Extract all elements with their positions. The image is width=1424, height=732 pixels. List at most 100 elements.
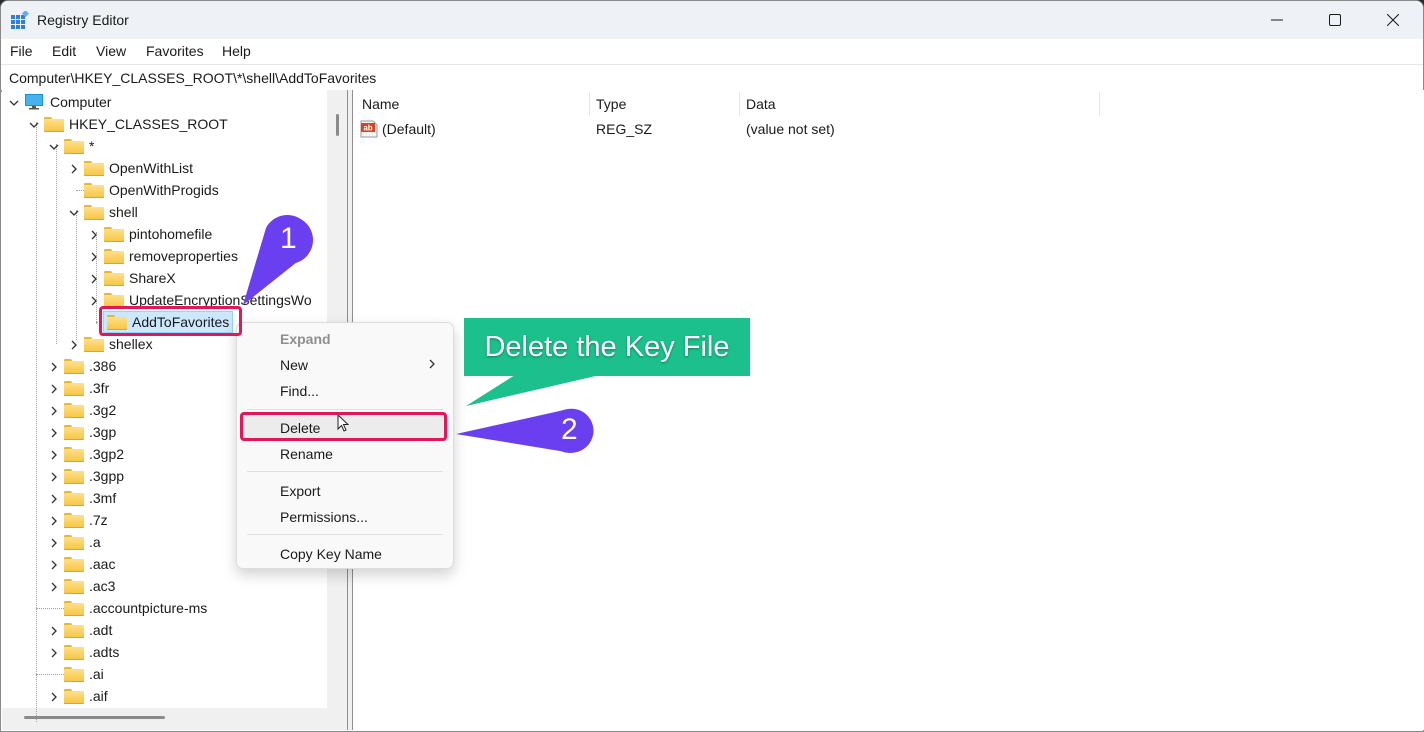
menu-item-export[interactable]: Export: [237, 478, 453, 504]
chevron-right-icon[interactable]: [88, 294, 100, 306]
chevron-right-icon[interactable]: [48, 448, 60, 460]
tree-node-aif[interactable]: .aif: [48, 685, 108, 707]
callout-text: Delete the Key File: [484, 330, 730, 363]
folder-icon: [84, 182, 104, 198]
column-divider[interactable]: [589, 92, 590, 116]
chevron-down-icon[interactable]: [28, 118, 40, 130]
context-menu: Expand New Find... Delete Rename Export …: [236, 322, 454, 569]
tree-node-3gp[interactable]: .3gp: [48, 421, 116, 443]
value-type: REG_SZ: [596, 121, 653, 137]
folder-icon: [64, 468, 84, 484]
chevron-right-icon[interactable]: [88, 228, 100, 240]
chevron-down-icon[interactable]: [48, 140, 60, 152]
tree-node-openwithprogids[interactable]: OpenWithProgids: [84, 179, 219, 201]
tree-node-3gp2[interactable]: .3gp2: [48, 443, 124, 465]
tree-node-3fr[interactable]: .3fr: [48, 377, 109, 399]
chevron-right-icon[interactable]: [48, 536, 60, 548]
window-title: Registry Editor: [37, 12, 129, 28]
menu-item-permissions[interactable]: Permissions...: [237, 504, 453, 530]
tree-node-ai[interactable]: .ai: [64, 663, 104, 685]
tree-node-hkey-classes-root[interactable]: HKEY_CLASSES_ROOT: [28, 113, 228, 135]
value-data: (value not set): [746, 121, 835, 137]
tree-node-computer[interactable]: Computer: [8, 91, 111, 113]
folder-icon: [84, 204, 104, 220]
minimize-button[interactable]: [1248, 1, 1306, 39]
menu-item-rename[interactable]: Rename: [237, 441, 453, 467]
chevron-right-icon[interactable]: [48, 382, 60, 394]
chevron-right-icon[interactable]: [48, 404, 60, 416]
tree-node-star[interactable]: *: [48, 135, 94, 157]
column-divider[interactable]: [739, 92, 740, 116]
tree-horizontal-scrollbar[interactable]: [24, 716, 165, 719]
folder-icon: [64, 644, 84, 660]
menu-file[interactable]: File: [10, 43, 33, 59]
tree-node-3g2[interactable]: .3g2: [48, 399, 116, 421]
tree-node-accountpicturems[interactable]: .accountpicture-ms: [64, 597, 207, 619]
tree-node-pintohomefile[interactable]: pintohomefile: [88, 223, 212, 245]
folder-icon: [64, 688, 84, 704]
close-icon: [1387, 14, 1399, 26]
chevron-right-icon[interactable]: [48, 360, 60, 372]
maximize-button[interactable]: [1306, 1, 1364, 39]
chevron-right-icon[interactable]: [88, 250, 100, 262]
chevron-right-icon[interactable]: [48, 492, 60, 504]
chevron-right-icon[interactable]: [48, 624, 60, 636]
value-name[interactable]: (Default): [382, 121, 436, 137]
menu-view[interactable]: View: [96, 43, 126, 59]
column-header-type[interactable]: Type: [596, 96, 626, 112]
computer-icon: [24, 94, 44, 110]
tree-node-adt[interactable]: .adt: [48, 619, 112, 641]
folder-icon: [64, 666, 84, 682]
folder-icon: [64, 512, 84, 528]
column-header-name[interactable]: Name: [362, 96, 399, 112]
tree-node-3mf[interactable]: .3mf: [48, 487, 116, 509]
chevron-right-icon[interactable]: [68, 338, 80, 350]
tree-node-a[interactable]: .a: [48, 531, 101, 553]
menu-favorites[interactable]: Favorites: [146, 43, 204, 59]
tree-guide-line: [76, 210, 77, 340]
step-2-label: 2: [561, 413, 578, 446]
tree-node-aac[interactable]: .aac: [48, 553, 115, 575]
chevron-right-icon[interactable]: [88, 272, 100, 284]
close-button[interactable]: [1364, 1, 1422, 39]
chevron-down-icon[interactable]: [8, 96, 20, 108]
chevron-right-icon[interactable]: [48, 426, 60, 438]
tree-node-shell[interactable]: shell: [68, 201, 138, 223]
tree-node-sharex[interactable]: ShareX: [88, 267, 176, 289]
chevron-right-icon[interactable]: [48, 558, 60, 570]
address-path[interactable]: Computer\HKEY_CLASSES_ROOT\*\shell\AddTo…: [9, 70, 376, 86]
chevron-right-icon[interactable]: [48, 514, 60, 526]
tree-node-removeproperties[interactable]: removeproperties: [88, 245, 238, 267]
tree-node-386[interactable]: .386: [48, 355, 116, 377]
tree-node-openwithlist[interactable]: OpenWithList: [68, 157, 193, 179]
menu-edit[interactable]: Edit: [52, 43, 76, 59]
highlight-addtofavorites: [99, 306, 242, 336]
chevron-right-icon[interactable]: [68, 162, 80, 174]
registry-editor-app-icon: [11, 11, 29, 29]
tree-node-shellex[interactable]: shellex: [68, 333, 153, 355]
folder-icon: [64, 402, 84, 418]
tree-vertical-scrollbar[interactable]: [336, 114, 339, 136]
tree-node-7z[interactable]: .7z: [48, 509, 108, 531]
string-value-icon: ab: [360, 120, 378, 138]
chevron-right-icon[interactable]: [48, 580, 60, 592]
folder-icon: [64, 490, 84, 506]
tree-node-adts[interactable]: .adts: [48, 641, 119, 663]
menu-item-new[interactable]: New: [237, 352, 453, 378]
chevron-down-icon[interactable]: [68, 206, 80, 218]
tree-node-3gpp[interactable]: .3gpp: [48, 465, 124, 487]
folder-icon: [64, 358, 84, 374]
menu-item-find[interactable]: Find...: [237, 378, 453, 404]
menu-item-copy-key-name[interactable]: Copy Key Name: [237, 541, 453, 567]
menu-help[interactable]: Help: [222, 43, 251, 59]
menu-bar: File Edit View Favorites Help: [1, 39, 1423, 63]
address-bar[interactable]: Computer\HKEY_CLASSES_ROOT\*\shell\AddTo…: [1, 64, 1423, 92]
values-list-pane: Name Type Data ab (Default) REG_SZ (valu…: [353, 90, 1424, 730]
chevron-right-icon[interactable]: [48, 690, 60, 702]
chevron-right-icon[interactable]: [48, 646, 60, 658]
column-header-data[interactable]: Data: [746, 96, 776, 112]
column-divider[interactable]: [1099, 92, 1100, 116]
tree-node-ac3[interactable]: .ac3: [48, 575, 115, 597]
chevron-right-icon[interactable]: [48, 470, 60, 482]
folder-icon: [64, 600, 84, 616]
